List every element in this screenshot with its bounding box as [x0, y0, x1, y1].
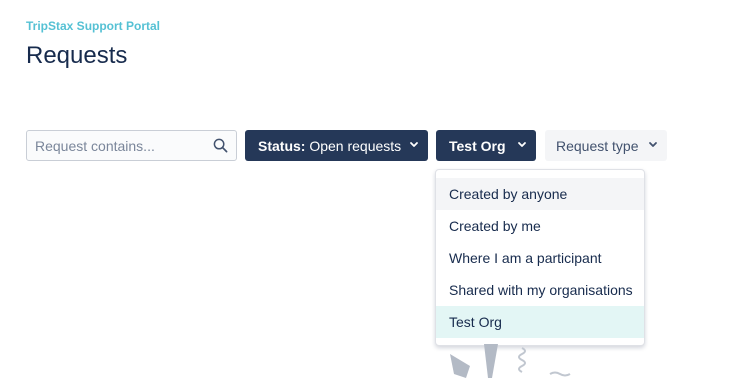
dropdown-item-shared-with-organisations[interactable]: Shared with my organisations	[436, 274, 644, 306]
status-filter-button[interactable]: Status: Open requests	[245, 130, 428, 161]
organisation-dropdown-menu: Created by anyone Created by me Where I …	[435, 169, 645, 346]
search-icon[interactable]	[213, 138, 228, 153]
chevron-down-icon	[518, 142, 526, 147]
dropdown-item-participant[interactable]: Where I am a participant	[436, 242, 644, 274]
breadcrumb-portal-link[interactable]: TripStax Support Portal	[26, 19, 160, 33]
organisation-filter-value: Test Org	[449, 137, 506, 154]
empty-state-illustration	[450, 344, 571, 378]
organisation-filter-button[interactable]: Test Org	[436, 130, 536, 161]
search-box	[26, 130, 237, 161]
status-filter-value: Open requests	[309, 137, 402, 154]
chevron-down-icon	[649, 142, 657, 147]
page-title: Requests	[26, 42, 128, 69]
status-filter-prefix: Status:	[258, 137, 306, 154]
dropdown-item-created-by-me[interactable]: Created by me	[436, 210, 644, 242]
request-type-filter-button[interactable]: Request type	[545, 130, 667, 161]
request-type-filter-value: Request type	[556, 137, 639, 154]
search-input[interactable]	[27, 131, 207, 160]
dropdown-item-test-org[interactable]: Test Org	[436, 306, 644, 338]
dropdown-item-created-by-anyone[interactable]: Created by anyone	[436, 178, 644, 210]
requests-page: TripStax Support Portal Requests Status:…	[0, 0, 748, 378]
chevron-down-icon	[410, 142, 418, 147]
